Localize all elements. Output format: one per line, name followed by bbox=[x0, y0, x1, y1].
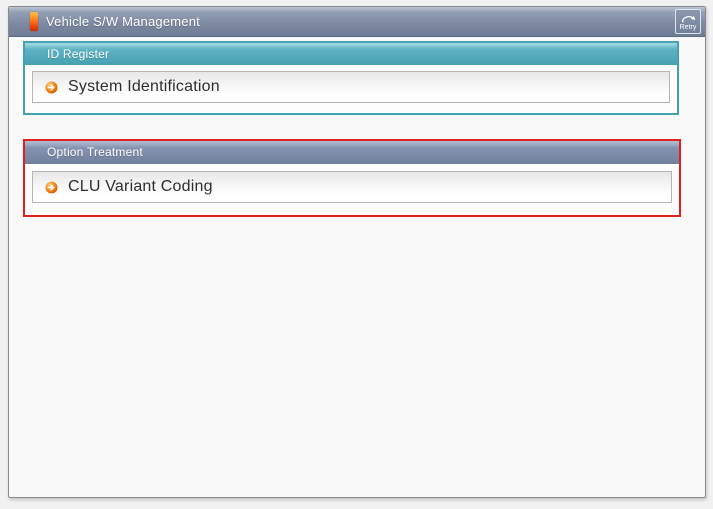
orange-arrow-bullet-icon bbox=[45, 81, 58, 94]
red-highlight-box: Option Treatment CL bbox=[23, 139, 681, 217]
screen: { "window": { "title": "Vehicle S/W Mana… bbox=[0, 0, 713, 509]
orange-flag-icon bbox=[30, 12, 38, 31]
page-title: Vehicle S/W Management bbox=[46, 14, 200, 29]
orange-arrow-bullet-icon bbox=[45, 181, 58, 194]
menu-item-clu-variant-coding[interactable]: CLU Variant Coding bbox=[32, 171, 672, 203]
menu-item-label: CLU Variant Coding bbox=[68, 178, 213, 196]
app-window: Vehicle S/W Management Retry ID Register bbox=[8, 6, 706, 498]
retry-button[interactable]: Retry bbox=[675, 9, 701, 34]
section-body-id-register: System Identification bbox=[25, 65, 677, 112]
section-header-option-treatment: Option Treatment bbox=[25, 141, 679, 164]
retry-curved-arrow-icon bbox=[680, 13, 697, 23]
menu-item-label: System Identification bbox=[68, 78, 220, 96]
title-bar: Vehicle S/W Management Retry bbox=[9, 7, 705, 37]
section-body-option-treatment: CLU Variant Coding bbox=[25, 164, 679, 215]
menu-item-system-identification[interactable]: System Identification bbox=[32, 71, 670, 103]
section-header-id-register: ID Register bbox=[25, 43, 677, 65]
section-option-treatment: Option Treatment CL bbox=[25, 141, 679, 215]
section-id-register: ID Register System Identification bbox=[23, 41, 679, 115]
retry-button-label: Retry bbox=[680, 24, 697, 31]
